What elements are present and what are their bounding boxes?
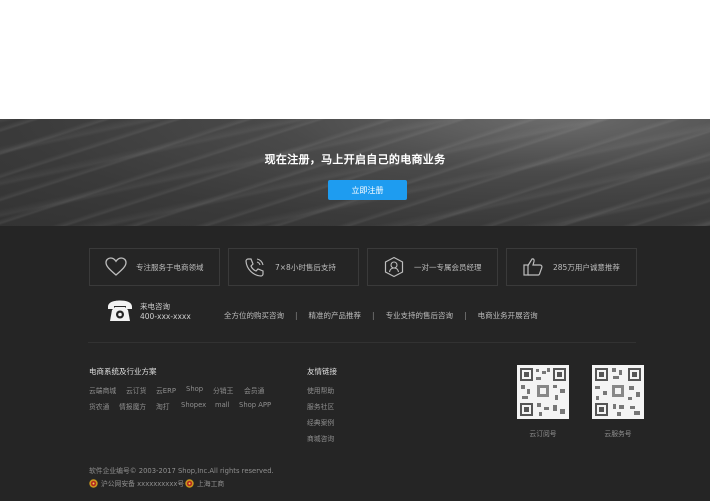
qr-caption: 云订阅号 — [529, 430, 557, 438]
heart-icon — [104, 255, 128, 279]
commerce-emblem-icon — [185, 478, 194, 488]
qr-code-service — [592, 365, 644, 419]
hotline-number: 400-xxx-xxxx — [140, 312, 191, 321]
police-record-badge[interactable]: 沪公网安备 xxxxxxxxxx号 — [89, 478, 184, 488]
friend-link[interactable]: 服务社区 — [307, 401, 334, 411]
feature-label: 7×8小时售后支持 — [275, 262, 336, 272]
feature-box-support: 7×8小时售后支持 — [228, 248, 359, 286]
solutions-title: 电商系统及行业方案 — [89, 367, 157, 376]
feature-label: 专注服务于电商领域 — [136, 262, 204, 272]
solution-link[interactable]: Shop APP — [239, 401, 271, 409]
service-link[interactable]: 专业支持的售后咨询 — [386, 310, 454, 321]
badge-label: 上海工商 — [197, 480, 225, 488]
solution-link[interactable]: 会员通 — [244, 385, 264, 395]
qr-code-subscription — [517, 365, 569, 419]
business-license-badge[interactable]: 上海工商 — [185, 478, 224, 488]
solution-link[interactable]: 情报魔方 — [119, 401, 146, 411]
service-link[interactable]: 精准的产品推荐 — [309, 310, 362, 321]
service-link[interactable]: 全方位的购买咨询 — [224, 310, 284, 321]
feature-box-recommend: 285万用户诚意推荐 — [506, 248, 637, 286]
solution-link[interactable]: 云ERP — [156, 385, 176, 395]
signup-banner: 现在注册，马上开启自己的电商业务 立即注册 — [0, 119, 710, 226]
solution-link[interactable]: mall — [215, 401, 230, 409]
feature-box-ecommerce: 专注服务于电商领域 — [89, 248, 220, 286]
qr-caption: 云服务号 — [604, 430, 632, 438]
separator: | — [464, 311, 467, 320]
solution-link[interactable]: 分销王 — [213, 385, 233, 395]
service-links: 全方位的购买咨询 | 精准的产品推荐 | 专业支持的售后咨询 | 电商业务开展咨… — [224, 310, 538, 321]
site-footer: 专注服务于电商领域 7×8小时售后支持 一对一专属会员经理 285万用户诚意推荐… — [0, 226, 710, 501]
solution-link[interactable]: 货农通 — [89, 401, 109, 411]
friend-link[interactable]: 商城咨询 — [307, 433, 334, 443]
police-emblem-icon — [89, 478, 98, 488]
telephone-icon — [107, 299, 133, 323]
feature-label: 285万用户诚意推荐 — [553, 262, 620, 272]
separator: | — [372, 311, 375, 320]
hotline-label: 来电咨询 — [140, 302, 170, 311]
service-link[interactable]: 电商业务开展咨询 — [478, 310, 538, 321]
banner-title: 现在注册，马上开启自己的电商业务 — [264, 153, 446, 166]
solution-link[interactable]: 淘打 — [156, 401, 170, 411]
friend-link[interactable]: 使用帮助 — [307, 385, 334, 395]
copyright-text: 软件企业编号© 2003-2017 Shop,Inc.All rights re… — [89, 467, 274, 475]
solution-link[interactable]: Shopex — [181, 401, 206, 409]
user-badge-icon — [382, 255, 406, 279]
footer-divider — [88, 342, 636, 343]
register-now-button[interactable]: 立即注册 — [328, 180, 407, 200]
solution-link[interactable]: Shop — [186, 385, 203, 393]
friend-link[interactable]: 经典案例 — [307, 417, 334, 427]
phone-support-icon — [243, 255, 267, 279]
top-blank-area — [0, 0, 710, 119]
solution-link[interactable]: 云订货 — [126, 385, 146, 395]
friend-links-title: 友情链接 — [307, 367, 337, 376]
separator: | — [295, 311, 298, 320]
feature-box-manager: 一对一专属会员经理 — [367, 248, 498, 286]
feature-label: 一对一专属会员经理 — [414, 262, 482, 272]
thumbs-up-icon — [521, 255, 545, 279]
badge-label: 沪公网安备 xxxxxxxxxx号 — [101, 480, 185, 488]
solution-link[interactable]: 云端商城 — [89, 385, 116, 395]
